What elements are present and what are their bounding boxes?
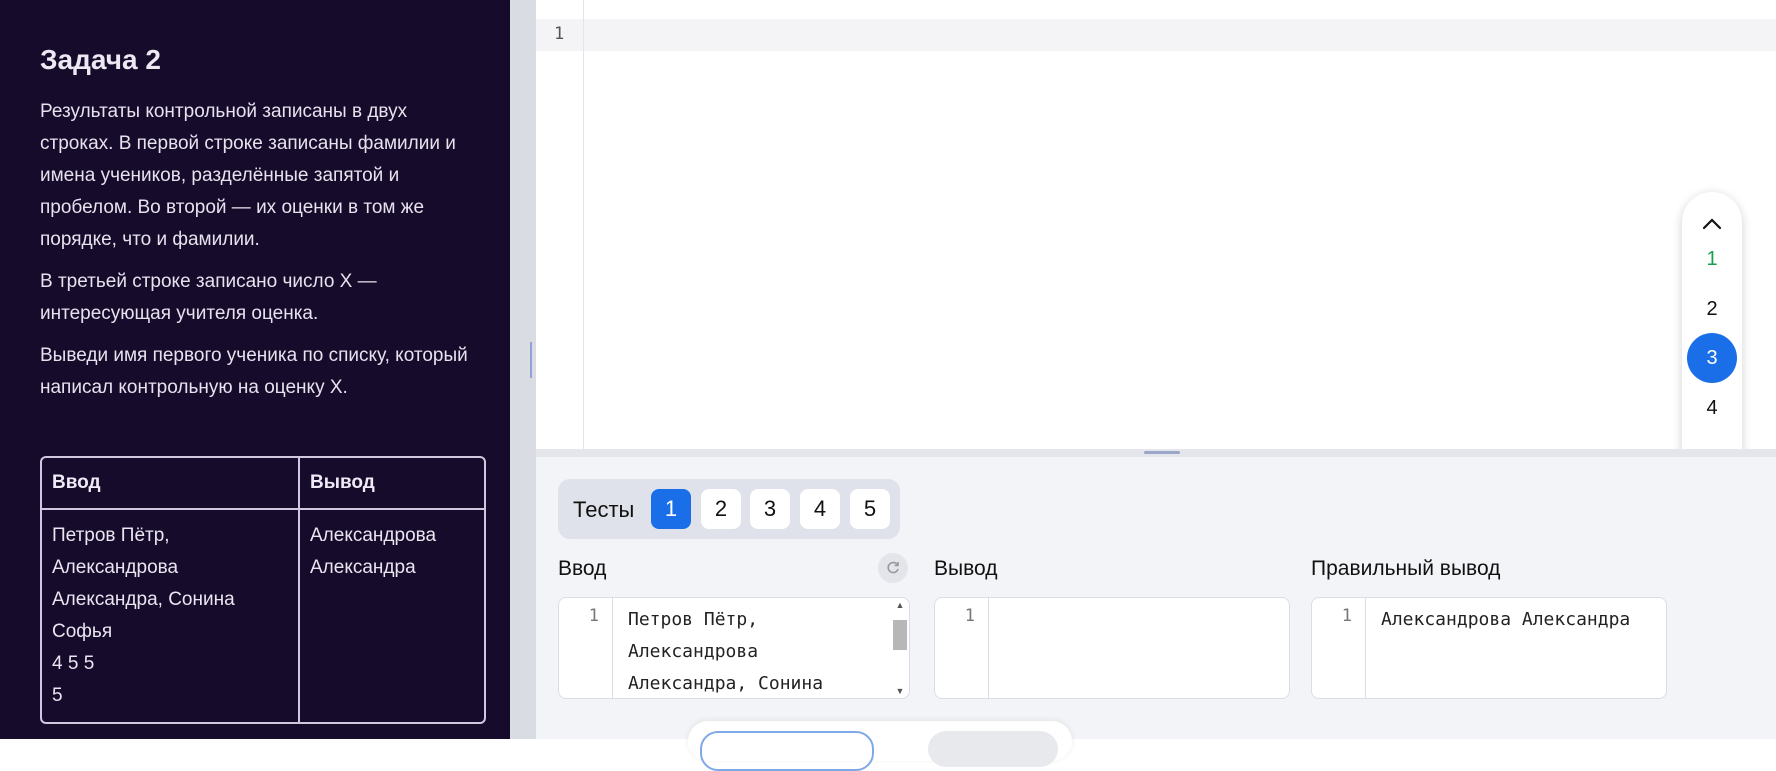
output-label: Вывод xyxy=(934,557,998,580)
input-line-number: 1 xyxy=(588,606,599,626)
panel-splitter[interactable] xyxy=(510,0,536,739)
output-gutter: 1 xyxy=(935,598,989,698)
test-button-1[interactable]: 1 xyxy=(651,489,691,529)
action-button-secondary[interactable] xyxy=(928,731,1058,767)
task-title: Задача 2 xyxy=(40,44,161,75)
code-editor[interactable]: 1 xyxy=(536,0,1776,449)
splitter-handle[interactable] xyxy=(530,342,532,378)
task-description: Результаты контрольной записаны в двух с… xyxy=(40,96,480,414)
scroll-down-icon[interactable]: ▼ xyxy=(893,686,907,696)
expected-line-number: 1 xyxy=(1341,606,1352,626)
pager-item-4[interactable]: 4 xyxy=(1687,383,1737,433)
expected-text: Александрова Александра xyxy=(1381,609,1631,630)
scroll-up-icon[interactable]: ▲ xyxy=(893,600,907,610)
input-label: Ввод xyxy=(558,557,607,580)
editor-active-line xyxy=(536,19,1776,51)
expected-output-label: Правильный вывод xyxy=(1311,557,1501,580)
example-table: Ввод Петров Пётр, Александрова Александр… xyxy=(40,456,486,724)
test-button-5[interactable]: 5 xyxy=(850,489,890,529)
example-output-text: Александрова Александра xyxy=(310,525,437,578)
editor-line-number: 1 xyxy=(554,24,565,44)
test-button-4[interactable]: 4 xyxy=(800,489,840,529)
expected-output-field: 1 Александрова Александра xyxy=(1311,597,1667,699)
input-scrollbar[interactable]: ▲ ▼ xyxy=(891,600,907,696)
test-output-field: 1 xyxy=(934,597,1290,699)
example-input-text: Петров Пётр, Александрова Александра, Со… xyxy=(52,525,235,706)
test-button-3[interactable]: 3 xyxy=(750,489,790,529)
example-output-header: Вывод xyxy=(300,458,484,510)
test-input-field[interactable]: 1 Петров Пётр, Александрова Александра, … xyxy=(558,597,910,699)
editor-gutter xyxy=(536,0,584,449)
action-button-primary[interactable] xyxy=(700,731,874,771)
input-text: Петров Пётр, Александрова Александра, Со… xyxy=(628,609,824,694)
task-paragraph: Выведи имя первого ученика по списку, ко… xyxy=(40,345,468,398)
tests-bar: Тесты 1 2 3 4 5 xyxy=(558,479,900,539)
resize-grip[interactable] xyxy=(1144,451,1180,454)
example-input-column: Ввод Петров Пётр, Александрова Александр… xyxy=(42,458,300,722)
scrollbar-thumb[interactable] xyxy=(893,620,907,650)
output-line-number: 1 xyxy=(964,606,975,626)
pager-item-2[interactable]: 2 xyxy=(1687,284,1737,334)
tests-label: Тесты xyxy=(573,497,635,522)
task-panel: Задача 2 Результаты контрольной записаны… xyxy=(0,0,510,739)
expected-gutter: 1 xyxy=(1312,598,1366,698)
action-bar xyxy=(688,721,1072,771)
pager-item-3[interactable]: 3 xyxy=(1687,333,1737,383)
refresh-icon[interactable] xyxy=(878,553,908,583)
example-input-header: Ввод xyxy=(42,458,298,510)
test-panel: Тесты 1 2 3 4 5 Ввод Вывод Правильный вы… xyxy=(536,449,1776,771)
pager-item-1[interactable]: 1 xyxy=(1687,234,1737,284)
test-button-2[interactable]: 2 xyxy=(701,489,741,529)
task-paragraph: Результаты контрольной записаны в двух с… xyxy=(40,101,456,250)
input-gutter: 1 xyxy=(559,598,613,698)
example-output-column: Вывод Александрова Александра xyxy=(300,458,484,722)
task-paragraph: В третьей строке записано число X — инте… xyxy=(40,271,377,324)
